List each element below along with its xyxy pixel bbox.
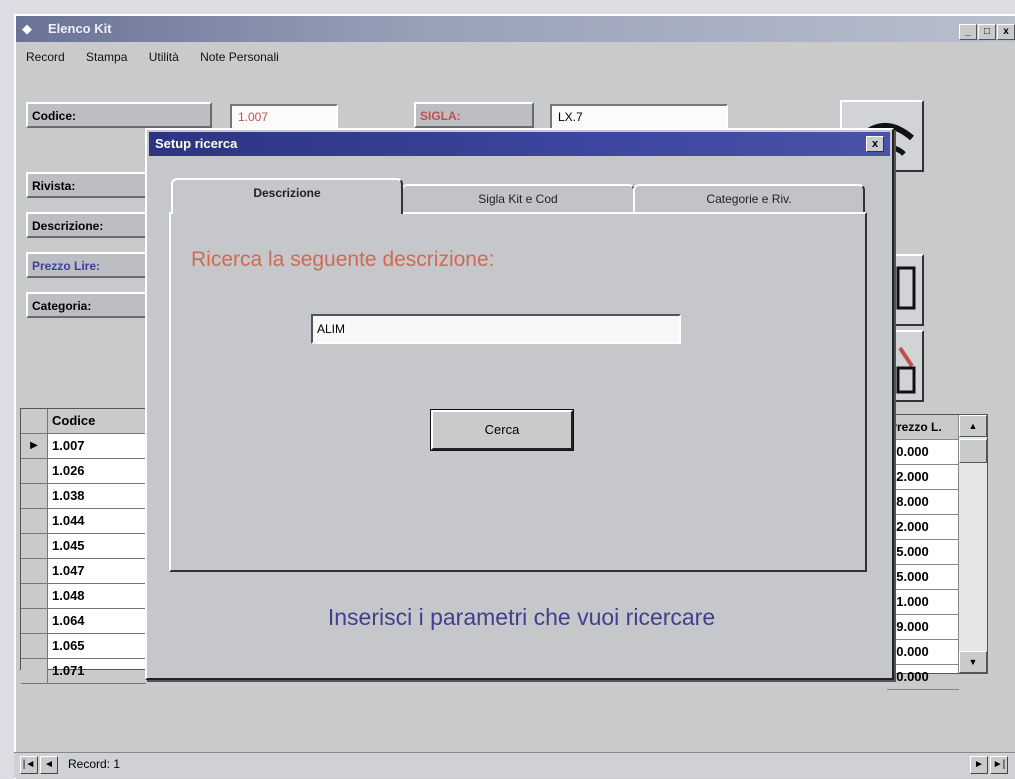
list-item: 10.000 bbox=[887, 665, 959, 690]
prezzo-label: Prezzo Lire: bbox=[26, 252, 152, 278]
table-row[interactable]: 1.044 bbox=[21, 509, 146, 534]
record-counter: Record: 1 bbox=[68, 757, 121, 771]
list-item: 38.000 bbox=[887, 490, 959, 515]
rivista-label: Rivista: bbox=[26, 172, 152, 198]
table-row[interactable]: 1.045 bbox=[21, 534, 146, 559]
cerca-button[interactable]: Cerca bbox=[430, 409, 574, 451]
maximize-button[interactable]: □ bbox=[978, 24, 996, 40]
table-row[interactable]: 1.047 bbox=[21, 559, 146, 584]
categoria-label: Categoria: bbox=[26, 292, 152, 318]
table-row[interactable]: ▶ 1.007 bbox=[21, 434, 146, 459]
menu-note-personali[interactable]: Note Personali bbox=[200, 50, 279, 64]
list-item: 21.000 bbox=[887, 590, 959, 615]
list-item: 20.000 bbox=[887, 440, 959, 465]
list-item: 42.000 bbox=[887, 515, 959, 540]
sigla-field[interactable]: LX.7 bbox=[550, 104, 728, 130]
search-heading: Ricerca la seguente descrizione: bbox=[191, 248, 495, 271]
descrizione-panel: Ricerca la seguente descrizione: Cerca bbox=[169, 212, 867, 572]
current-row-pointer-icon: ▶ bbox=[21, 434, 48, 458]
close-button[interactable]: x bbox=[997, 24, 1015, 40]
codice-grid[interactable]: Codice ▶ 1.007 1.026 1.038 1.044 1.045 1.… bbox=[20, 408, 147, 684]
pen-icon bbox=[896, 346, 916, 394]
grid-header-codice[interactable]: Codice bbox=[48, 409, 146, 433]
hint-text: Inserisci i parametri che vuoi ricercare bbox=[327, 604, 716, 630]
scroll-thumb[interactable] bbox=[959, 439, 987, 463]
setup-ricerca-dialog: Setup ricerca x Descrizione Sigla Kit e … bbox=[145, 128, 894, 680]
grid-header-prezzo[interactable]: Prezzo L. bbox=[887, 415, 959, 440]
menu-stampa[interactable]: Stampa bbox=[86, 50, 127, 64]
descrizione-label: Descrizione: bbox=[26, 212, 152, 238]
table-row[interactable]: 1.038 bbox=[21, 484, 146, 509]
list-item: 35.000 bbox=[887, 565, 959, 590]
record-navigator: |◄ ◄ Record: 1 ► ►| bbox=[14, 752, 1015, 778]
list-item: 39.000 bbox=[887, 615, 959, 640]
dialog-title-bar: Setup ricerca x bbox=[149, 132, 890, 156]
window-controls: _ □ x bbox=[958, 21, 1015, 40]
table-row[interactable]: 1.026 bbox=[21, 459, 146, 484]
next-record-button[interactable]: ► bbox=[970, 756, 988, 774]
pen-button[interactable] bbox=[892, 330, 924, 402]
sigla-label: SIGLA: bbox=[414, 102, 534, 128]
app-icon: ◆ bbox=[22, 21, 32, 36]
table-row[interactable]: 1.065 bbox=[21, 634, 146, 659]
menu-utilita[interactable]: Utilità bbox=[149, 50, 179, 64]
document-icon bbox=[896, 266, 916, 310]
tab-sigla-kit[interactable]: Sigla Kit e Cod bbox=[401, 184, 635, 212]
table-row[interactable]: 1.048 bbox=[21, 584, 146, 609]
menu-bar: Record Stampa Utilità Note Personali bbox=[26, 50, 297, 64]
grid-header: Codice bbox=[21, 409, 146, 434]
first-record-button[interactable]: |◄ bbox=[20, 756, 38, 774]
list-item: 75.000 bbox=[887, 540, 959, 565]
prezzo-grid[interactable]: Prezzo L. 20.000 42.000 38.000 42.000 75… bbox=[886, 414, 988, 690]
description-search-input[interactable] bbox=[311, 314, 681, 344]
tab-categorie[interactable]: Categorie e Riv. bbox=[633, 184, 865, 212]
document-button[interactable] bbox=[892, 254, 924, 326]
codice-field[interactable]: 1.007 bbox=[230, 104, 338, 130]
window-title: Elenco Kit bbox=[48, 21, 112, 36]
tab-descrizione[interactable]: Descrizione bbox=[171, 178, 403, 214]
tab-strip: Descrizione Sigla Kit e Cod Categorie e … bbox=[171, 178, 867, 214]
list-item: 42.000 bbox=[887, 465, 959, 490]
title-bar: ◆ Elenco Kit _ □ x bbox=[16, 16, 1015, 42]
dialog-close-button[interactable]: x bbox=[866, 136, 884, 152]
list-item: 90.000 bbox=[887, 640, 959, 665]
dialog-title: Setup ricerca bbox=[155, 136, 238, 151]
minimize-button[interactable]: _ bbox=[959, 24, 977, 40]
vertical-scrollbar[interactable]: ▲ ▼ bbox=[958, 415, 987, 673]
codice-label: Codice: bbox=[26, 102, 212, 128]
scroll-up-arrow-icon[interactable]: ▲ bbox=[959, 415, 987, 437]
table-row[interactable]: 1.064 bbox=[21, 609, 146, 634]
prev-record-button[interactable]: ◄ bbox=[40, 756, 58, 774]
menu-record[interactable]: Record bbox=[26, 50, 65, 64]
scroll-down-arrow-icon[interactable]: ▼ bbox=[959, 651, 987, 673]
last-record-button[interactable]: ►| bbox=[990, 756, 1008, 774]
table-row[interactable]: 1.071 bbox=[21, 659, 146, 684]
